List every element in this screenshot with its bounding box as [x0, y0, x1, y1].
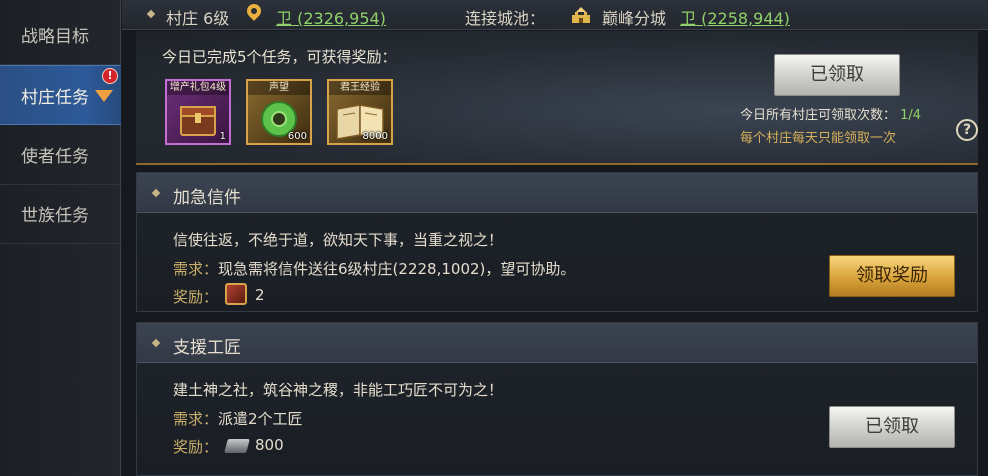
claim-reward-button[interactable]: 领取奖励 — [829, 255, 955, 297]
map-pin-icon — [244, 1, 264, 21]
nav-item-village-tasks[interactable]: 村庄任务 ! — [0, 65, 121, 125]
nav-item-label: 世族任务 — [21, 206, 89, 226]
reward-item-king-exp[interactable]: 君王经验 8000 — [327, 79, 393, 145]
village-coord-link[interactable]: 卫 (2326,954) — [276, 5, 386, 29]
requirement-text: 现急需将信件送往6级村庄(2228,1002)，望可协助。 — [218, 260, 576, 278]
task-reward: 奖励： — [173, 286, 218, 307]
reward-item-prestige[interactable]: 声望 600 — [246, 79, 312, 145]
side-nav: 战略目标 村庄任务 ! 使者任务 世族任务 — [0, 0, 121, 476]
requirement-label: 需求： — [173, 410, 219, 428]
connect-city-label: 连接城池： — [465, 9, 546, 28]
task-description: 建土神之社，筑谷神之稷，非能工巧匠不可为之！ — [173, 381, 504, 399]
requirement-label: 需求： — [173, 260, 219, 278]
help-icon[interactable]: ? — [956, 119, 978, 141]
city-name: 巅峰分城 — [602, 9, 667, 28]
nav-item-label: 使者任务 — [21, 147, 89, 167]
city-coord-link[interactable]: 卫 (2258,944) — [680, 5, 790, 29]
task-requirement: 需求：现急需将信件送往6级村庄(2228,1002)，望可协助。 — [173, 258, 575, 279]
reward-label: 奖励： — [173, 438, 219, 456]
alert-badge: ! — [102, 68, 118, 84]
nav-item-envoy-tasks[interactable]: 使者任务 — [0, 125, 121, 185]
task-reward: 奖励： — [173, 436, 218, 457]
claims-value: 1/4 — [900, 108, 922, 123]
village-level: 村庄 6级 — [166, 9, 230, 28]
task-card-header: 支援工匠 — [137, 323, 977, 363]
diamond-icon — [151, 188, 161, 198]
nav-item-clan-tasks[interactable]: 世族任务 — [0, 184, 121, 244]
task-card-support-craftsmen: 支援工匠 建土神之社，筑谷神之稷，非能工巧匠不可为之！ 需求：派遣2个工匠 奖励… — [136, 322, 978, 476]
item-count: 1 — [219, 131, 226, 142]
daily-claimed-button[interactable]: 已领取 — [774, 54, 900, 96]
task-claimed-button[interactable]: 已领取 — [829, 406, 955, 448]
item-label: 君王经验 — [329, 81, 391, 95]
task-title: 加急信件 — [173, 188, 241, 208]
task-card-header: 加急信件 — [137, 173, 977, 213]
item-count: 8000 — [362, 131, 388, 142]
claims-remaining: 今日所有村庄可领取次数： 1/4 — [740, 104, 921, 123]
diamond-icon — [151, 338, 161, 348]
daily-reward-title: 今日已完成5个任务，可获得奖励： — [162, 48, 397, 66]
reward-value: 800 — [255, 436, 284, 454]
castle-icon — [572, 7, 590, 23]
nav-item-label: 村庄任务 — [21, 87, 89, 108]
village-info-bar: 村庄 6级 卫 (2326,954) 连接城池： 巅峰分城 卫 (2258,94… — [122, 0, 988, 30]
chevron-down-icon — [95, 90, 113, 102]
reward-item-production-pack[interactable]: 增产礼包4级 1 — [165, 79, 231, 145]
item-label: 声望 — [248, 81, 310, 95]
claims-note: 每个村庄每天只能领取一次 — [740, 131, 897, 146]
requirement-text: 派遣2个工匠 — [218, 410, 303, 428]
iron-ingot-icon — [224, 439, 250, 453]
task-title: 支援工匠 — [173, 338, 241, 358]
task-description: 信使往返，不绝于道，欲知天下事，当重之视之！ — [173, 231, 504, 249]
task-requirement: 需求：派遣2个工匠 — [173, 408, 303, 429]
nav-item-label: 战略目标 — [21, 27, 89, 47]
main-panel: 村庄 6级 卫 (2326,954) 连接城池： 巅峰分城 卫 (2258,94… — [122, 0, 988, 476]
reward-value: 2 — [255, 286, 265, 304]
claims-label: 今日所有村庄可领取次数： — [740, 108, 897, 123]
nav-item-strategic-goal[interactable]: 战略目标 — [0, 5, 121, 65]
item-count: 600 — [287, 131, 307, 142]
task-card-urgent-letter: 加急信件 信使往返，不绝于道，欲知天下事，当重之视之！ 需求：现急需将信件送往6… — [136, 172, 978, 312]
chest-icon — [225, 283, 247, 305]
item-label: 增产礼包4级 — [167, 81, 229, 95]
daily-reward-section: 今日已完成5个任务，可获得奖励： 增产礼包4级 1 声望 600 君王经验 80… — [136, 31, 978, 165]
reward-label: 奖励： — [173, 288, 219, 306]
diamond-icon — [146, 9, 156, 19]
